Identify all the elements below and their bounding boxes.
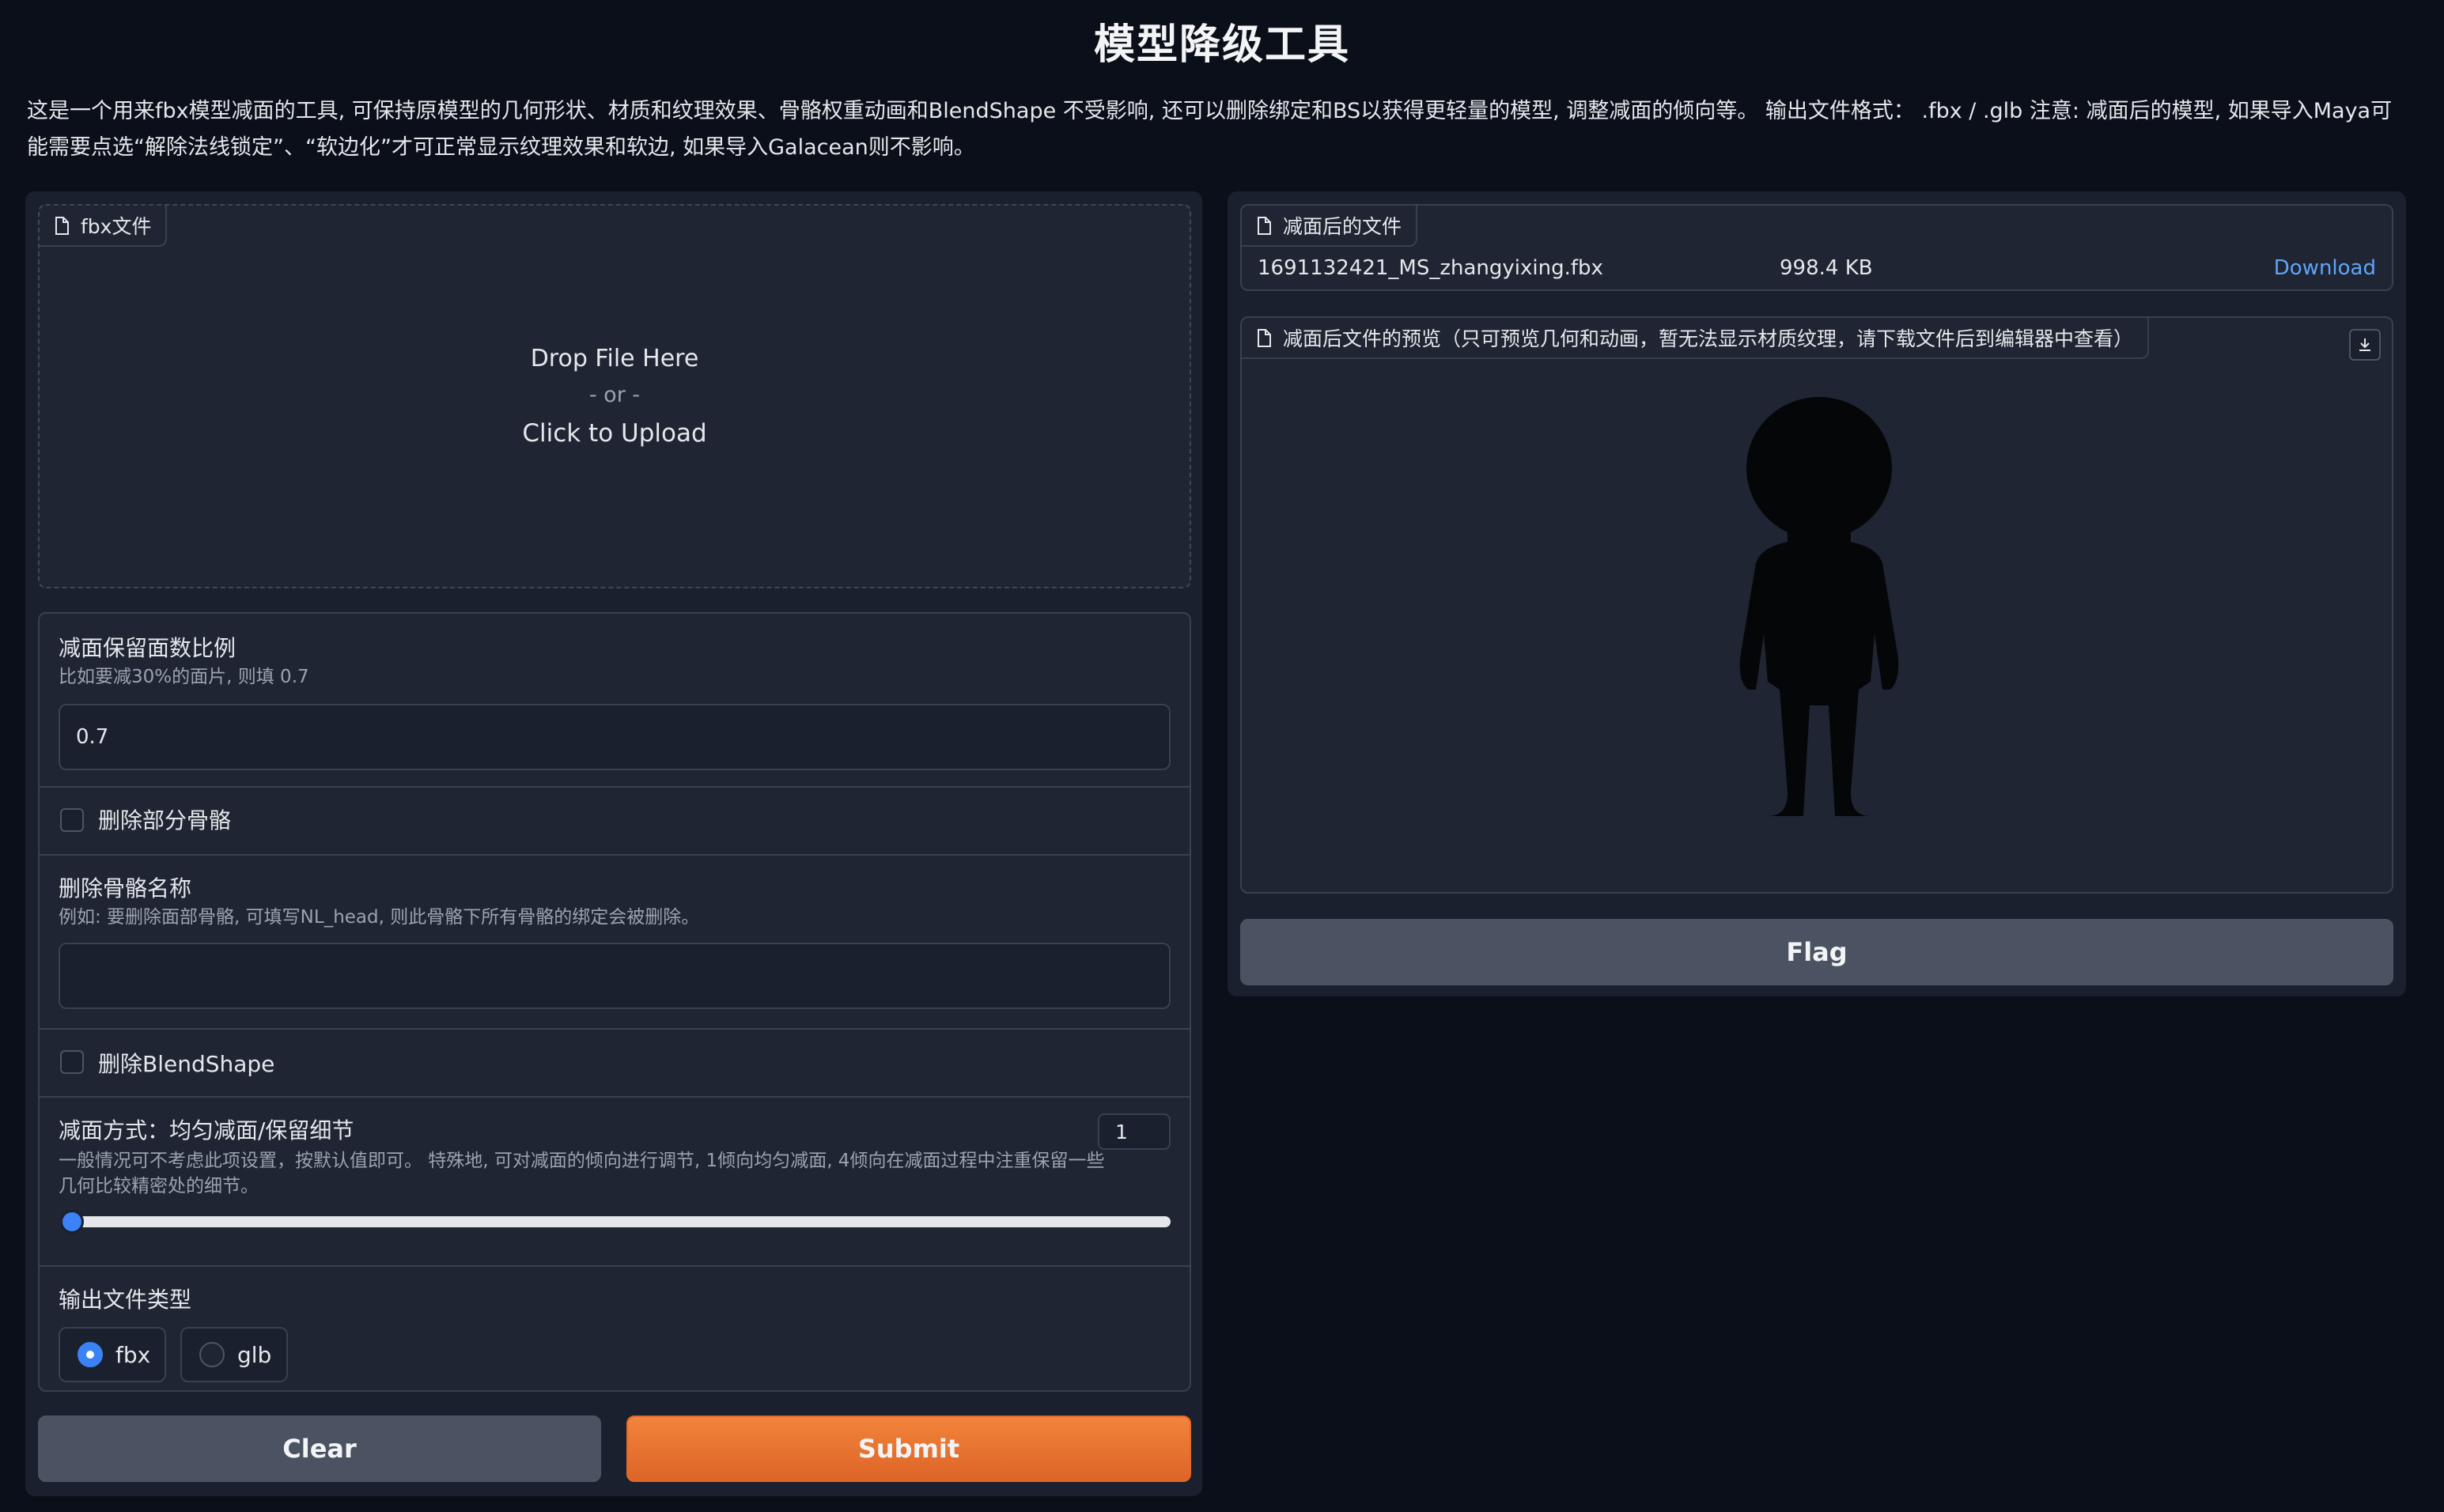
output-file-label-text: 减面后的文件: [1283, 215, 1402, 238]
fbx-file-label-text: fbx文件: [81, 215, 152, 238]
bone-name-row: 删除骨骼名称 例如: 要删除面部骨骼, 可填写NL_head, 则此骨骼下所有骨…: [40, 854, 1190, 1028]
or-text: - or -: [588, 383, 641, 407]
radio-fbx-label: fbx: [115, 1341, 151, 1368]
delete-blendshape-row: 删除BlendShape: [40, 1028, 1190, 1096]
radio-glb-label: glb: [237, 1341, 272, 1368]
settings-form: 减面保留面数比例 比如要减30%的面片, 则填 0.7 0.7 删除部分骨骼 删…: [38, 612, 1191, 1392]
mode-slider-thumb[interactable]: [60, 1210, 84, 1234]
bone-name-info: 例如: 要删除面部骨骼, 可填写NL_head, 则此骨骼下所有骨骼的绑定会被删…: [59, 907, 700, 928]
ratio-label: 减面保留面数比例: [59, 635, 236, 661]
preview-label-text: 减面后文件的预览（只可预览几何和动画，暂无法显示材质纹理，请下载文件后到编辑器中…: [1283, 327, 2134, 350]
radio-fbx-dot[interactable]: [78, 1342, 103, 1367]
preview-label: 减面后文件的预览（只可预览几何和动画，暂无法显示材质纹理，请下载文件后到编辑器中…: [1242, 318, 2150, 359]
clear-button[interactable]: Clear: [38, 1416, 601, 1482]
mode-label: 减面方式：均匀减面/保留细节: [59, 1117, 354, 1143]
file-icon: [55, 217, 69, 235]
ratio-row: 减面保留面数比例 比如要减30%的面片, 则填 0.7 0.7: [40, 614, 1190, 786]
output-file-size: 998.4 KB: [1780, 256, 1873, 280]
model-preview-block: 减面后文件的预览（只可预览几何和动画，暂无法显示材质纹理，请下载文件后到编辑器中…: [1240, 316, 2393, 894]
radio-fbx[interactable]: fbx: [59, 1327, 166, 1382]
radio-glb-dot[interactable]: [199, 1342, 225, 1367]
output-file-name: 1691132421_MS_zhangyixing.fbx: [1258, 256, 1603, 280]
delete-bones-row: 删除部分骨骼: [40, 786, 1190, 854]
model-silhouette[interactable]: [1732, 397, 1906, 824]
download-link[interactable]: Download: [2274, 256, 2376, 280]
output-file-label: 减面后的文件: [1242, 206, 1418, 247]
page-title: 模型降级工具: [1093, 21, 1350, 69]
output-type-label: 输出文件类型: [59, 1287, 192, 1313]
delete-blendshape-checkbox[interactable]: [60, 1050, 84, 1074]
bone-name-label: 删除骨骼名称: [59, 875, 192, 902]
bone-name-input[interactable]: [59, 943, 1171, 1009]
ratio-info: 比如要减30%的面片, 则填 0.7: [59, 667, 309, 687]
flag-button[interactable]: Flag: [1240, 919, 2393, 985]
ratio-input[interactable]: 0.7: [59, 704, 1171, 770]
mode-info: 一般情况可不考虑此项设置，按默认值即可。 特殊地, 可对减面的倾向进行调节, 1…: [59, 1151, 1105, 1196]
mode-slider-track[interactable]: [60, 1210, 1171, 1234]
submit-button[interactable]: Submit: [626, 1416, 1191, 1482]
click-to-upload-text[interactable]: Click to Upload: [40, 419, 1190, 448]
delete-bones-label[interactable]: 删除部分骨骼: [98, 803, 231, 835]
radio-glb[interactable]: glb: [180, 1327, 288, 1382]
download-icon[interactable]: [2349, 329, 2381, 361]
page-description: 这是一个用来fbx模型减面的工具, 可保持原模型的几何形状、材质和纹理效果、骨骼…: [27, 99, 2393, 160]
mode-row: 减面方式：均匀减面/保留细节 1 一般情况可不考虑此项设置，按默认值即可。 特殊…: [40, 1096, 1190, 1265]
output-type-row: 输出文件类型 fbx glb: [40, 1265, 1190, 1393]
output-file-block: 减面后的文件 1691132421_MS_zhangyixing.fbx 998…: [1240, 204, 2393, 291]
drop-file-text: Drop File Here: [530, 345, 699, 372]
fbx-file-dropzone[interactable]: fbx文件 Drop File Here - or - Click to Upl…: [38, 204, 1191, 588]
delete-bones-checkbox[interactable]: [60, 808, 84, 832]
file-icon: [1258, 217, 1271, 235]
file-icon: [1258, 329, 1271, 347]
fbx-file-label: fbx文件: [40, 206, 168, 247]
mode-number-input[interactable]: 1: [1098, 1113, 1171, 1150]
delete-blendshape-label[interactable]: 删除BlendShape: [98, 1047, 274, 1079]
